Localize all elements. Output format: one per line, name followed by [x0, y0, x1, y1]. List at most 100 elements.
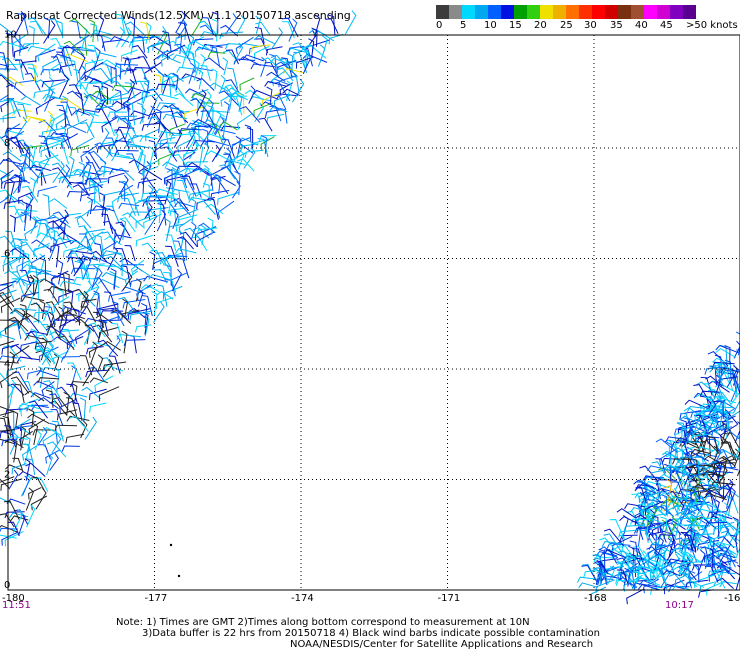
wind-barb [49, 18, 63, 36]
wind-barb [88, 19, 95, 43]
wind-barb [191, 15, 202, 36]
wind-barb [173, 92, 194, 107]
wind-barb [15, 10, 26, 34]
latitude-tick-label: 8 [4, 138, 10, 149]
wind-barb [21, 312, 40, 322]
wind-barb [13, 79, 36, 89]
wind-barb [79, 355, 93, 376]
wind-barb [3, 199, 23, 210]
axis-tick-labels: -180 -177 -174 -171 -168 -160246810 [2, 30, 740, 605]
wind-barb [70, 144, 90, 157]
wind-barb [84, 416, 98, 440]
wind-barb [160, 130, 170, 154]
wind-barb [45, 110, 53, 134]
wind-barb [0, 52, 9, 73]
latitude-tick-label: 10 [4, 30, 17, 41]
wind-barb [163, 75, 172, 97]
note-line-1: Note: 1) Times are GMT 2)Times along bot… [116, 617, 530, 628]
wind-barb [63, 40, 85, 56]
stray-data-point [177, 574, 181, 578]
wind-barb [222, 57, 229, 76]
wind-barb [30, 392, 51, 399]
wind-barb [344, 10, 357, 35]
wind-barb [322, 35, 328, 56]
wind-barb [258, 117, 273, 132]
wind-barb [217, 200, 235, 219]
wind-barb [61, 445, 80, 452]
wind-barb [13, 323, 30, 340]
wind-barb [76, 208, 93, 226]
wind-barb [68, 84, 83, 98]
wind-barb [197, 200, 216, 216]
wind-barb [270, 27, 283, 50]
wind-barb [54, 237, 80, 244]
left-pass-time: 11:51 [2, 600, 31, 611]
wind-barb [0, 513, 15, 528]
wind-barb [211, 68, 218, 90]
wind-barb [164, 105, 178, 128]
wind-barb [156, 297, 173, 309]
wind-barb [578, 582, 599, 588]
wind-barb [170, 272, 188, 287]
wind-barb [134, 324, 152, 333]
wind-barb [255, 15, 261, 34]
latitude-tick-label: 2 [4, 470, 10, 481]
wind-barb [101, 59, 125, 72]
longitude-tick-label: -171 [438, 593, 461, 604]
wind-barb [58, 109, 67, 128]
wind-barb [96, 52, 117, 59]
wind-barb [156, 257, 171, 271]
wind-barb [140, 284, 160, 293]
wind-barb [639, 465, 658, 481]
wind-barb [33, 242, 50, 257]
stray-data-point [169, 543, 173, 547]
wind-barb [80, 122, 95, 138]
wind-barb [83, 94, 103, 109]
wind-barb [59, 280, 82, 287]
wind-barb [50, 37, 64, 53]
wind-barbs-layer [0, 10, 740, 605]
wind-barb [56, 104, 71, 126]
wind-barb [112, 139, 132, 146]
wind-barb [188, 62, 196, 84]
wind-map: -180 -177 -174 -171 -168 -160246810 [0, 10, 740, 605]
wind-barb [265, 46, 283, 56]
wind-barb [5, 83, 26, 97]
credit-line: NOAA/NESDIS/Center for Satellite Applica… [290, 639, 594, 650]
wind-barb [145, 184, 154, 206]
wind-barb [253, 35, 276, 45]
wind-barb [54, 424, 78, 431]
wind-barb [37, 185, 57, 197]
wind-barb [205, 203, 224, 215]
wind-barb [219, 31, 244, 40]
wind-barb [28, 408, 35, 428]
wind-barb [202, 142, 210, 163]
wind-barb [248, 85, 256, 104]
wind-barb [223, 101, 230, 122]
wind-barb [88, 150, 107, 165]
wind-barb [76, 137, 94, 154]
wind-barb [235, 36, 254, 55]
wind-barb [97, 354, 104, 373]
wind-barb [260, 135, 268, 154]
wind-barb [178, 218, 192, 234]
wind-barb [176, 66, 195, 73]
wind-barb [59, 74, 69, 99]
wind-barb [253, 102, 273, 117]
latitude-tick-label: 0 [4, 580, 10, 591]
wind-barb [127, 334, 137, 354]
wind-barb [325, 18, 339, 34]
wind-barb [94, 375, 114, 392]
wind-barb [24, 334, 44, 341]
wind-barb [239, 77, 255, 91]
note-line-2: 3)Data buffer is 22 hrs from 20150718 4)… [142, 628, 600, 639]
wind-barb [89, 402, 107, 413]
wind-barb [249, 96, 272, 102]
wind-barb [187, 51, 197, 73]
wind-barb [219, 74, 226, 93]
wind-barb [9, 214, 17, 233]
longitude-tick-label: -177 [145, 593, 168, 604]
wind-barb [172, 74, 192, 89]
wind-barb [273, 94, 292, 107]
latitude-tick-label: 4 [4, 359, 10, 370]
